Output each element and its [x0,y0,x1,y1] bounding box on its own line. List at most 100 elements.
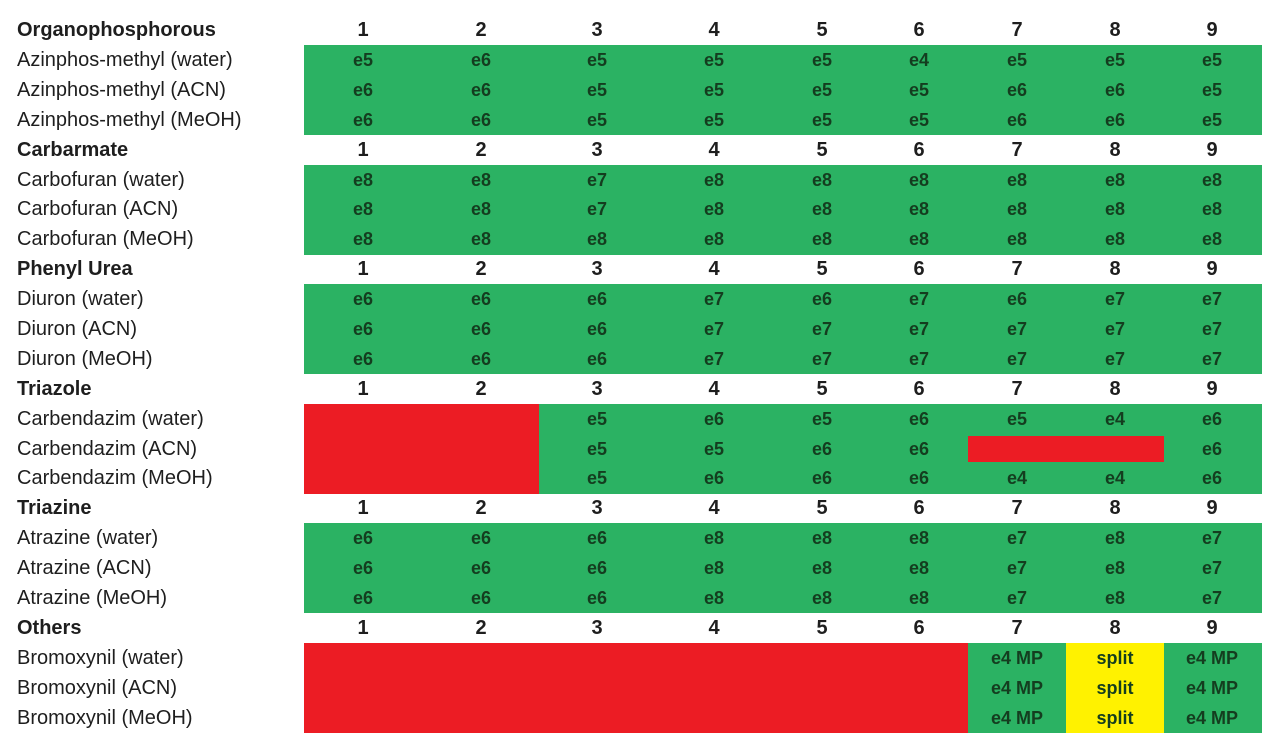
row-label: Atrazine (ACN) [17,557,152,579]
cell-value: e6 [908,409,930,429]
cell-value: e5 [703,80,725,100]
cell-value: e7 [586,170,608,190]
cell-value: e8 [908,558,930,578]
cell-value: e8 [1104,170,1126,190]
cell-value: e7 [1201,289,1223,309]
cell-value: e8 [811,170,833,190]
cell-value: e6 [352,588,374,608]
row-label: Carbendazim (MeOH) [17,467,213,489]
cell-value: e6 [586,588,608,608]
column-header: 5 [816,258,828,280]
row-label: Azinphos-methyl (water) [17,49,233,71]
row-label: Diuron (MeOH) [17,348,153,370]
cell-value: e8 [703,558,725,578]
cell-background-red [772,643,870,733]
cell-value: e7 [811,319,833,339]
cell-value: e8 [1201,229,1223,249]
column-header: 1 [357,258,369,280]
column-header: 8 [1109,497,1121,519]
cell-value: e8 [703,199,725,219]
cell-value: e6 [470,80,492,100]
cell-value: e7 [1006,528,1028,548]
cell-value: e6 [352,80,374,100]
cell-value: e8 [352,170,374,190]
cell-value: e4 MP [1185,708,1239,728]
column-header: 3 [591,497,603,519]
group-label: Organophosphorous [17,19,216,41]
results-table: Organophosphorous 1 2 3 4 5 6 7 8 9 Azinphos-methy… [0,0,1280,752]
cell-value: e8 [1006,229,1028,249]
cell-value: e5 [811,50,833,70]
cell-value: e7 [1006,349,1028,369]
cell-value: e5 [1201,50,1223,70]
cell-value: e6 [703,468,725,488]
cell-value: e6 [352,289,374,309]
row-label: Diuron (ACN) [17,318,138,340]
row-label: Carbofuran (water) [17,169,185,191]
cell-value: e8 [352,199,374,219]
cell-value: e6 [470,319,492,339]
column-header: 3 [591,378,603,400]
column-header: 9 [1206,378,1218,400]
cell-value: e6 [811,468,833,488]
cell-value: e5 [586,50,608,70]
cell-background-red [422,404,539,494]
cell-value: e5 [811,80,833,100]
cell-value: e6 [908,468,930,488]
column-header: 7 [1011,139,1023,161]
cell-value: e6 [586,319,608,339]
cell-value: e7 [1201,588,1223,608]
column-header: 1 [357,19,369,41]
column-header: 3 [591,258,603,280]
cell-value: e6 [470,50,492,70]
cell-value: e5 [352,50,374,70]
cell-value: e7 [1006,588,1028,608]
column-header: 4 [708,497,720,519]
column-header: 8 [1109,139,1121,161]
row-label: Carbendazim (water) [17,408,204,430]
cell-value: e6 [703,409,725,429]
cell-value: e8 [908,588,930,608]
cell-value: e6 [1006,289,1028,309]
cell-value: e7 [703,289,725,309]
row-label: Carbofuran (MeOH) [17,228,194,250]
cell-value: e7 [1104,319,1126,339]
cell-value: e6 [352,110,374,130]
cell-value: e6 [470,588,492,608]
cell-value: e6 [352,558,374,578]
column-header: 5 [816,378,828,400]
cell-value: e8 [1104,229,1126,249]
cell-value: e6 [586,349,608,369]
column-header: 1 [357,497,369,519]
column-header: 8 [1109,617,1121,639]
cell-value: e4 MP [1185,648,1239,668]
cell-value: e6 [352,528,374,548]
cell-value: split [1096,648,1134,668]
cell-value: e8 [703,229,725,249]
cell-value: e5 [908,80,930,100]
cell-value: e6 [352,349,374,369]
cell-value: e8 [1104,528,1126,548]
cell-value: e5 [1006,50,1028,70]
column-header: 7 [1011,19,1023,41]
cell-value: e7 [1201,319,1223,339]
cell-value: e8 [703,170,725,190]
column-header: 7 [1011,617,1023,639]
cell-value: split [1096,678,1134,698]
cell-value: e8 [1201,199,1223,219]
cell-value: e6 [1006,110,1028,130]
cell-value: e8 [908,229,930,249]
cell-value: e5 [586,110,608,130]
cell-value: e8 [811,528,833,548]
row-label: Azinphos-methyl (MeOH) [17,109,242,131]
cell-value: e6 [1201,468,1223,488]
cell-value: e8 [703,528,725,548]
column-header: 8 [1109,19,1121,41]
column-header: 9 [1206,258,1218,280]
column-header: 6 [913,378,925,400]
cell-value: e8 [811,199,833,219]
cell-value: e5 [1104,50,1126,70]
cell-value: e4 MP [1185,678,1239,698]
column-header: 6 [913,139,925,161]
column-header: 8 [1109,258,1121,280]
